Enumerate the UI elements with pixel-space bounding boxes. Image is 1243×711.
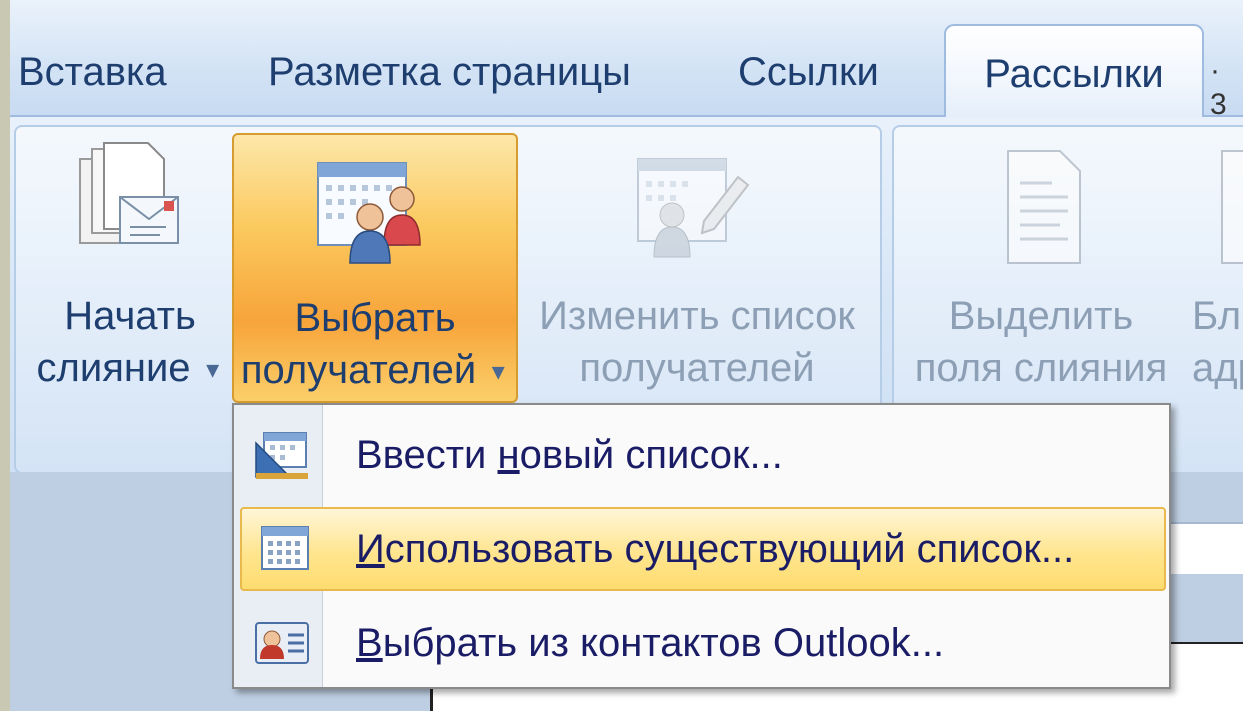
start-mail-merge-button[interactable]: Начать слияние ▼ bbox=[30, 131, 230, 401]
menu-item-text: спользовать существующий список... bbox=[384, 527, 1075, 571]
menu-item-label: Выбрать из контактов Outlook... bbox=[356, 621, 944, 666]
ruler-number: · 3 bbox=[1210, 54, 1227, 121]
select-recipients-label-2-wrap: получателей ▼ bbox=[234, 345, 516, 397]
document-icon bbox=[1221, 150, 1243, 264]
envelope-documents-icon bbox=[79, 142, 179, 244]
menu-item-use-existing-list[interactable]: Использовать существующий список... bbox=[234, 501, 1169, 591]
menu-item-hotkey: И bbox=[356, 527, 385, 571]
menu-item-type-new-list[interactable]: Ввести новый список... bbox=[234, 413, 1169, 499]
outlook-contacts-icon bbox=[255, 622, 309, 664]
edit-list-icon bbox=[637, 158, 750, 258]
menu-item-outlook-contacts[interactable]: Выбрать из контактов Outlook... bbox=[234, 595, 1169, 681]
chevron-down-icon: ▼ bbox=[201, 357, 224, 383]
start-merge-label-2-wrap: слияние ▼ bbox=[30, 343, 230, 395]
tab-references[interactable]: Ссылки bbox=[738, 50, 879, 95]
recipients-people-icon bbox=[317, 162, 421, 264]
address-block-label-1: Бл bbox=[1192, 294, 1242, 338]
menu-item-text: Ввести bbox=[356, 433, 498, 477]
highlight-fields-label-2: поля слияния bbox=[914, 346, 1168, 390]
chevron-down-icon: ▼ bbox=[487, 359, 510, 385]
existing-list-icon bbox=[261, 526, 309, 570]
address-block-label-2: адр bbox=[1192, 346, 1243, 390]
document-icon bbox=[1007, 150, 1081, 264]
edit-recipients-label-2: получателей bbox=[579, 346, 815, 390]
start-merge-label-1: Начать bbox=[64, 294, 196, 338]
menu-item-text: ыбрать из контактов Outlook... bbox=[382, 621, 945, 665]
menu-item-label: Использовать существующий список... bbox=[356, 527, 1074, 572]
start-merge-label-2: слияние bbox=[36, 346, 191, 390]
tab-mailings[interactable]: Рассылки bbox=[944, 24, 1204, 119]
tab-page-layout[interactable]: Разметка страницы bbox=[268, 50, 631, 95]
new-list-icon bbox=[255, 432, 308, 479]
select-recipients-button[interactable]: Выбрать получателей ▼ bbox=[232, 133, 518, 403]
menu-item-hotkey: В bbox=[356, 621, 383, 665]
tab-mailings-label: Рассылки bbox=[984, 52, 1164, 96]
menu-item-hotkey: н bbox=[497, 433, 520, 477]
ribbon-tab-bar: Вставка Разметка страницы Ссылки Рассылк… bbox=[10, 0, 1243, 119]
menu-item-text: овый список... bbox=[519, 433, 783, 477]
tab-insert[interactable]: Вставка bbox=[18, 50, 167, 95]
select-recipients-label-2: получателей bbox=[240, 348, 477, 392]
menu-item-label: Ввести новый список... bbox=[356, 433, 783, 478]
select-recipients-label-1: Выбрать bbox=[294, 296, 456, 340]
address-block-button: Бл адр bbox=[1186, 131, 1243, 401]
highlight-merge-fields-button: Выделить поля слияния bbox=[910, 131, 1172, 401]
word-window: Вставка Разметка страницы Ссылки Рассылк… bbox=[10, 0, 1243, 711]
highlight-fields-label-1: Выделить bbox=[948, 294, 1134, 338]
select-recipients-menu: Ввести новый список... Использовать суще… bbox=[232, 403, 1171, 689]
edit-recipient-list-button: Изменить список получателей bbox=[522, 131, 872, 401]
edit-recipients-label-1: Изменить список bbox=[539, 294, 855, 338]
